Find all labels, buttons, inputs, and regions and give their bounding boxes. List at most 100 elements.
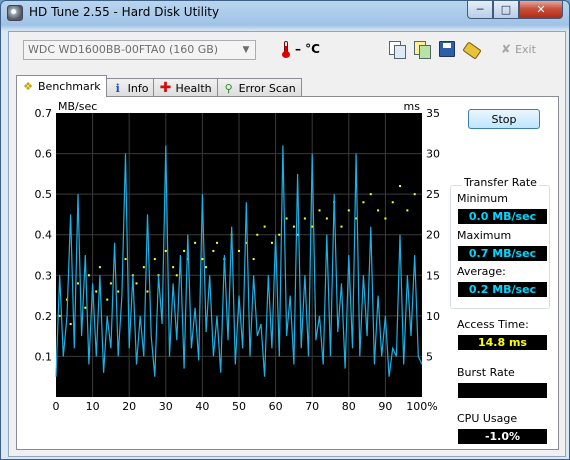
access-time-point bbox=[347, 209, 350, 212]
tab-strip: ❖ Benchmark i Info ✚ Health ⚲ Error Scan bbox=[16, 75, 302, 97]
access-time-point bbox=[194, 241, 197, 244]
access-time-point bbox=[252, 258, 255, 261]
y2-tick-label: 10 bbox=[426, 310, 440, 323]
access-time-point bbox=[413, 193, 416, 196]
hdtune-app-icon bbox=[7, 5, 23, 21]
access-time-point bbox=[106, 298, 109, 301]
y-tick-label: 0.1 bbox=[35, 350, 53, 363]
exit-icon: ✘ bbox=[501, 42, 512, 56]
thermometer-icon bbox=[282, 41, 290, 58]
maximize-icon: □ bbox=[500, 3, 512, 16]
average-value: 0.2 MB/sec bbox=[458, 282, 547, 297]
x-tick-label: 10 bbox=[86, 400, 100, 413]
access-time-point bbox=[369, 193, 372, 196]
access-time-point bbox=[58, 314, 61, 317]
access-time-point bbox=[124, 258, 127, 261]
minimize-icon: ─ bbox=[476, 3, 484, 16]
y-tick-label: 0.6 bbox=[35, 148, 53, 161]
cpu-usage-value: -1.0% bbox=[458, 429, 547, 444]
transfer-rate-title: Transfer Rate bbox=[462, 176, 539, 189]
y2-tick-label: 15 bbox=[426, 269, 440, 282]
access-time-point bbox=[76, 282, 79, 285]
access-time-point bbox=[87, 274, 90, 277]
tab-label: Benchmark bbox=[38, 80, 101, 93]
error-scan-icon: ⚲ bbox=[224, 81, 233, 95]
minimize-button[interactable]: ─ bbox=[467, 1, 493, 19]
access-time-point bbox=[325, 217, 328, 220]
cpu-usage-label: CPU Usage bbox=[457, 412, 518, 425]
caption-buttons: ─ □ ✕ bbox=[467, 1, 563, 20]
x-tick-label: 70 bbox=[305, 400, 319, 413]
access-time-point bbox=[216, 241, 219, 244]
access-time-value: 14.8 ms bbox=[458, 335, 547, 350]
close-icon: ✕ bbox=[536, 3, 546, 16]
access-time-point bbox=[153, 258, 156, 261]
y-tick-label: 0.2 bbox=[35, 310, 53, 323]
access-time-point bbox=[142, 266, 145, 269]
access-time-point bbox=[183, 249, 186, 252]
x-tick-label: 60 bbox=[269, 400, 283, 413]
access-time-label: Access Time: bbox=[457, 318, 529, 331]
copy-screenshot-icon[interactable] bbox=[414, 41, 431, 59]
access-time-point bbox=[362, 201, 365, 204]
y2-tick-label: 30 bbox=[426, 148, 440, 161]
save-icon[interactable] bbox=[439, 41, 455, 57]
x-tick-label: 30 bbox=[159, 400, 173, 413]
stop-button[interactable]: Stop bbox=[468, 109, 540, 129]
tab-info[interactable]: i Info bbox=[105, 78, 155, 97]
copy-text-icon[interactable] bbox=[389, 41, 406, 59]
access-time-point bbox=[109, 282, 112, 285]
tab-benchmark[interactable]: ❖ Benchmark bbox=[16, 75, 107, 97]
y-tick-label: 0.7 bbox=[35, 107, 53, 120]
average-label: Average: bbox=[457, 265, 506, 278]
y2-tick-label: 35 bbox=[426, 107, 440, 120]
title-bar[interactable]: HD Tune 2.55 - Hard Disk Utility ─ □ ✕ bbox=[1, 1, 569, 25]
maximum-value: 0.7 MB/sec bbox=[458, 246, 547, 261]
benchmark-panel: 0 10 20 30 40 50 60 70 80 90 100% 0.1 0.2 0.3 0.4 0.5 0.… bbox=[16, 96, 559, 450]
options-icon[interactable] bbox=[462, 41, 482, 60]
drive-select[interactable]: WDC WD1600BB-00FTA0 (160 GB) ▼ bbox=[23, 40, 256, 60]
window-title: HD Tune 2.55 - Hard Disk Utility bbox=[29, 5, 220, 19]
temperature-value: – °C bbox=[295, 42, 320, 56]
maximize-button[interactable]: □ bbox=[493, 1, 519, 19]
access-time-point bbox=[135, 282, 138, 285]
benchmark-icon: ❖ bbox=[23, 80, 33, 93]
chevron-down-icon: ▼ bbox=[242, 45, 250, 55]
stop-label: Stop bbox=[491, 112, 517, 126]
access-time-point bbox=[303, 217, 306, 220]
tab-health[interactable]: ✚ Health bbox=[153, 78, 218, 97]
access-time-point bbox=[391, 201, 394, 204]
access-time-point bbox=[263, 225, 266, 228]
app-window: HD Tune 2.55 - Hard Disk Utility ─ □ ✕ W… bbox=[0, 0, 570, 460]
tab-label: Error Scan bbox=[238, 81, 296, 95]
access-time-point bbox=[270, 241, 273, 244]
access-time-point bbox=[175, 274, 178, 277]
access-time-point bbox=[98, 266, 101, 269]
access-time-point bbox=[164, 249, 167, 252]
access-time-point bbox=[311, 225, 314, 228]
x-tick-label: 100% bbox=[406, 400, 437, 413]
minimum-value: 0.0 MB/sec bbox=[458, 209, 547, 224]
access-time-point bbox=[69, 322, 72, 325]
access-time-point bbox=[84, 306, 87, 309]
access-time-point bbox=[318, 209, 321, 212]
access-time-point bbox=[399, 185, 402, 188]
access-time-point bbox=[384, 217, 387, 220]
exit-button[interactable]: ✘ Exit bbox=[501, 41, 536, 57]
y-tick-label: 0.4 bbox=[35, 229, 53, 242]
close-button[interactable]: ✕ bbox=[519, 1, 563, 19]
maximum-label: Maximum bbox=[457, 229, 512, 242]
tab-error-scan[interactable]: ⚲ Error Scan bbox=[216, 78, 302, 97]
y-axis-label: MB/sec bbox=[58, 100, 97, 113]
burst-rate-label: Burst Rate bbox=[457, 366, 515, 379]
access-time-point bbox=[340, 225, 343, 228]
x-tick-label: 0 bbox=[53, 400, 60, 413]
y2-axis-label: ms bbox=[404, 100, 421, 113]
y2-tick-label: 5 bbox=[426, 350, 433, 363]
benchmark-chart: 0 10 20 30 40 50 60 70 80 90 100% 0.1 0.2 0.3 0.4 0.5 0.… bbox=[35, 100, 441, 413]
access-time-point bbox=[146, 290, 149, 293]
tab-label: Info bbox=[127, 81, 149, 95]
access-time-point bbox=[285, 217, 288, 220]
exit-label: Exit bbox=[515, 42, 536, 56]
x-tick-label: 80 bbox=[342, 400, 356, 413]
